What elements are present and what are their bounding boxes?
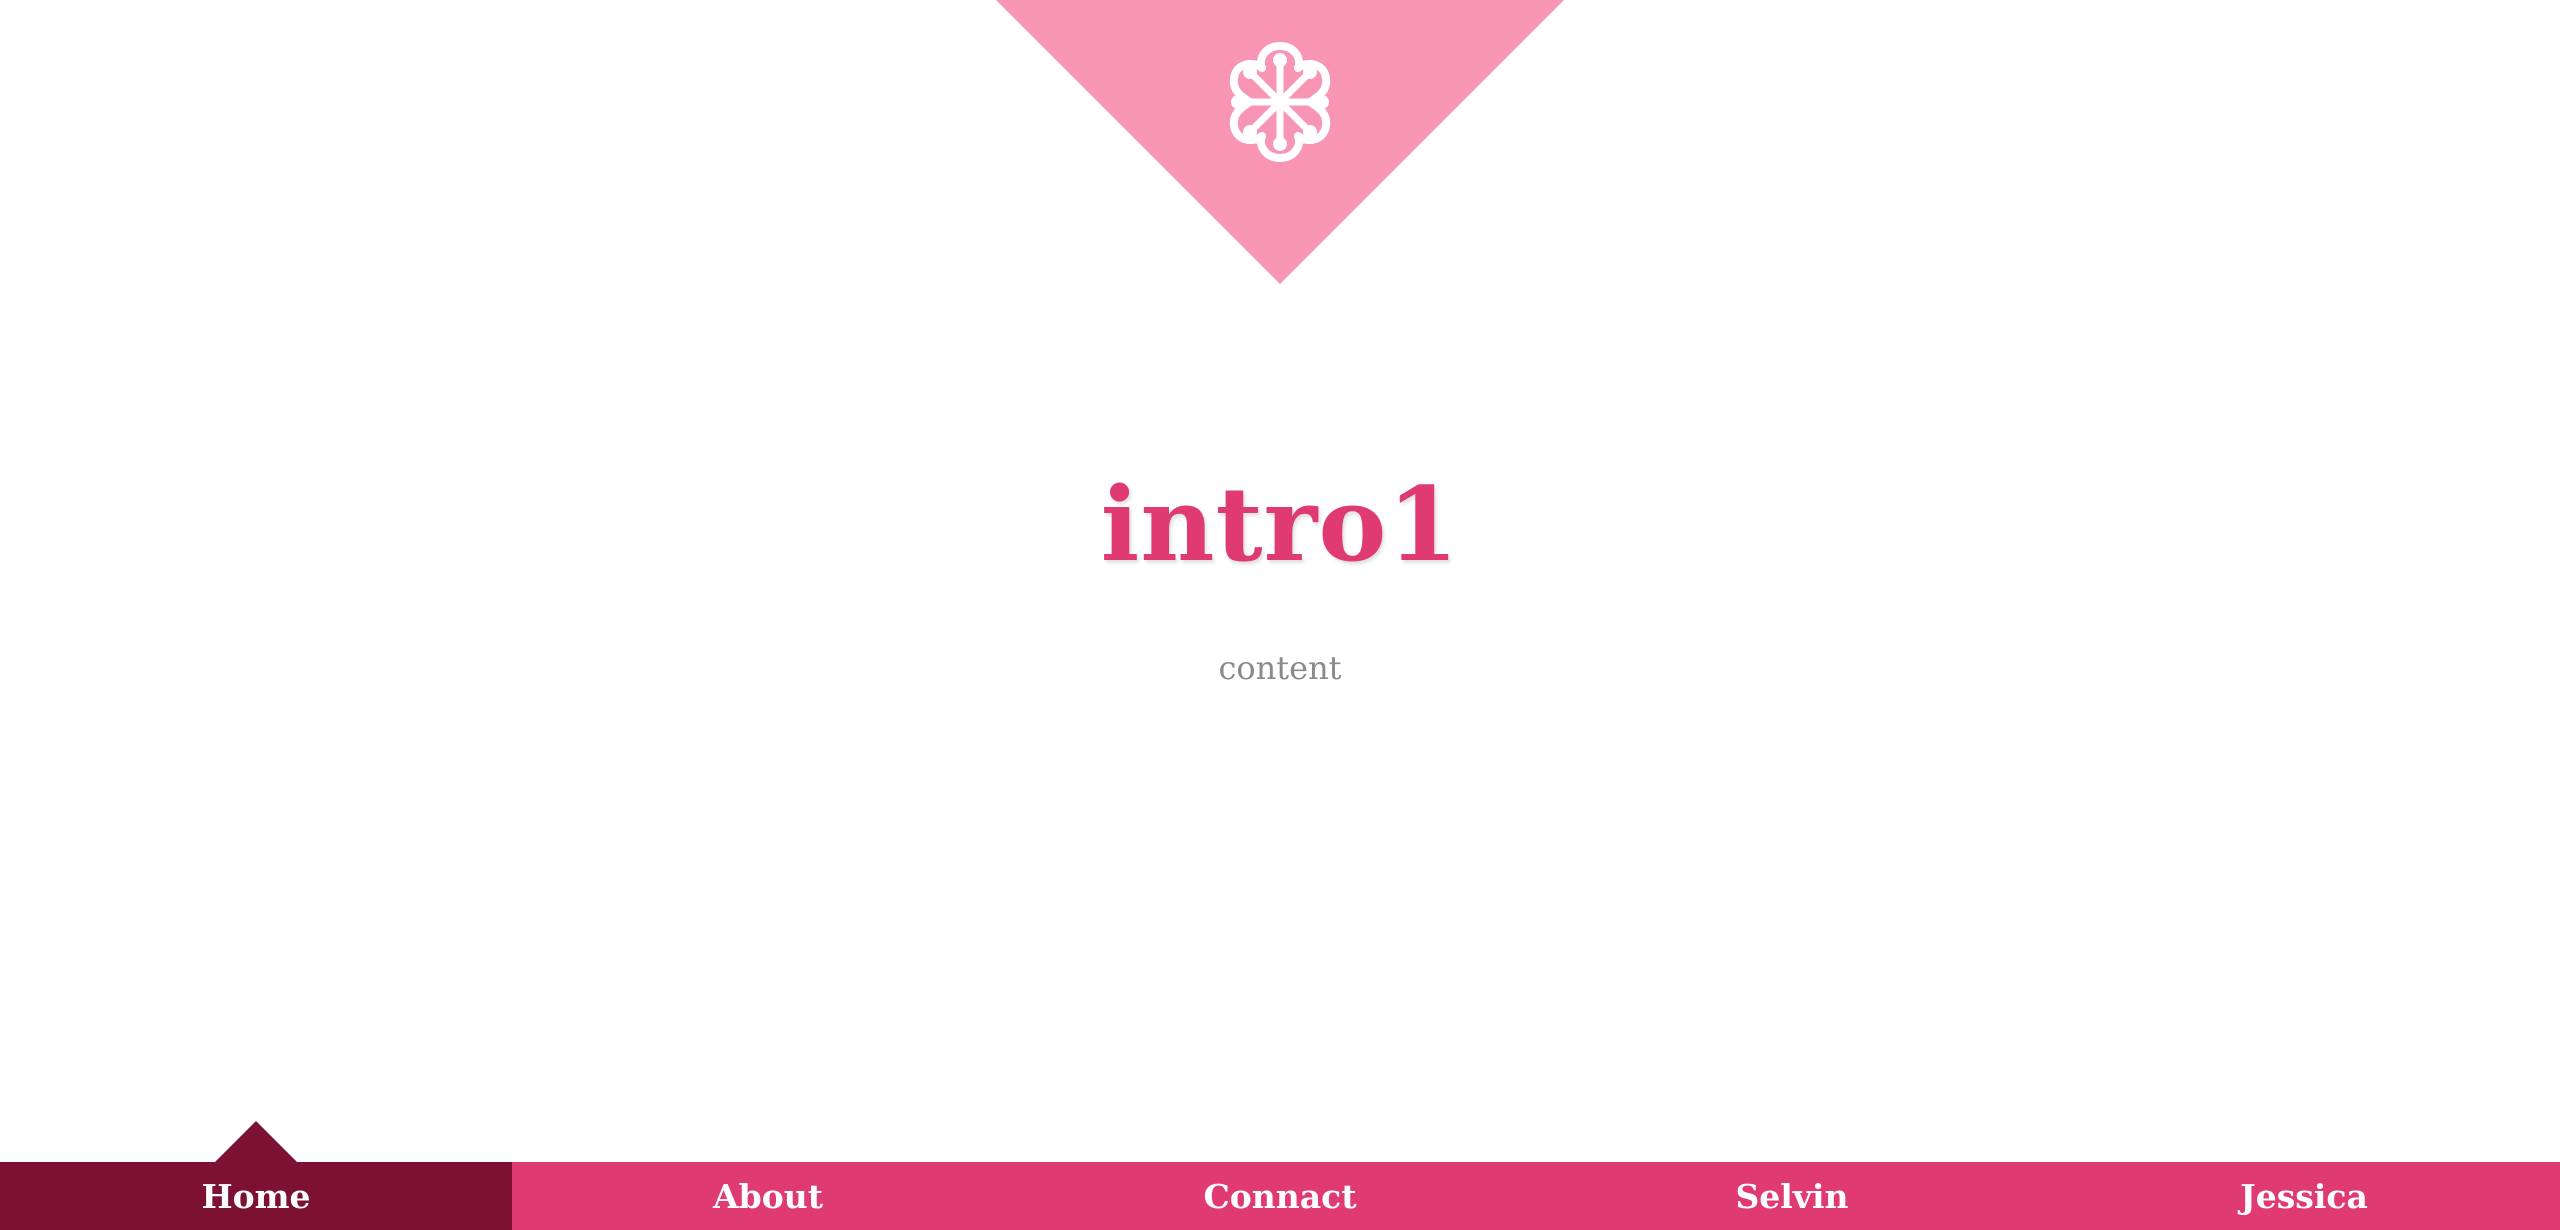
intro-title: intro1 (1100, 465, 1460, 585)
intro-content: content (1218, 649, 1342, 687)
nav-item-about[interactable]: About (512, 1162, 1024, 1230)
bottom-nav: Home About Connact Selvin Jessica (0, 1162, 2560, 1230)
nav-item-home[interactable]: Home (0, 1162, 512, 1230)
active-nav-indicator (215, 1121, 297, 1162)
flower-logo-icon[interactable] (1208, 30, 1352, 174)
nav-item-selvin[interactable]: Selvin (1536, 1162, 2048, 1230)
nav-item-connact[interactable]: Connact (1024, 1162, 1536, 1230)
nav-item-jessica[interactable]: Jessica (2048, 1162, 2560, 1230)
